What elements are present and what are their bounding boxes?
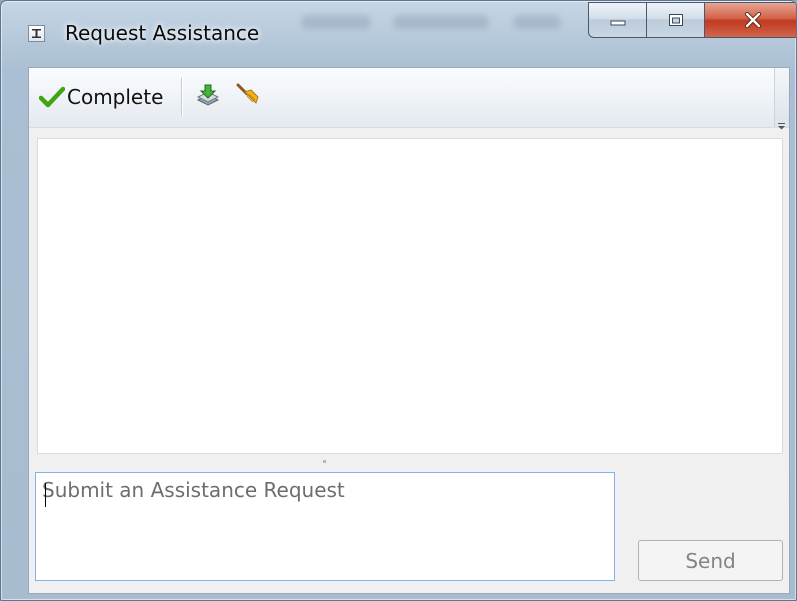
complete-label: Complete — [67, 85, 164, 109]
checkmark-icon — [39, 86, 65, 108]
toolbar: Complete — [29, 68, 789, 130]
text-caret — [45, 483, 46, 507]
overflow-arrow-icon — [778, 115, 785, 130]
assistance-request-input[interactable] — [35, 472, 615, 581]
close-icon — [744, 12, 762, 28]
toolbar-overflow-button[interactable] — [774, 68, 789, 130]
download-stack-icon — [196, 84, 220, 106]
splitter-grip[interactable] — [323, 460, 326, 463]
download-stack-button[interactable] — [192, 80, 224, 112]
caption-buttons — [588, 2, 796, 38]
broom-button[interactable] — [232, 80, 264, 112]
complete-button[interactable]: Complete — [35, 80, 167, 114]
send-button[interactable]: Send — [638, 540, 783, 581]
toolbar-separator — [181, 78, 182, 116]
window-title: Request Assistance — [65, 21, 260, 45]
conversation-area[interactable] — [37, 138, 783, 454]
app-glyph-icon — [32, 29, 41, 38]
request-assistance-window: Request Assistance Complete Submit an As… — [0, 0, 797, 601]
close-button[interactable] — [704, 2, 796, 38]
client-area: Complete Submit an Assistance Request Se… — [28, 67, 790, 594]
maximize-button[interactable] — [646, 2, 704, 38]
minimize-icon — [610, 20, 625, 26]
maximize-icon — [668, 14, 683, 26]
broom-icon — [236, 83, 259, 104]
app-icon[interactable] — [28, 25, 45, 42]
title-bar[interactable]: Request Assistance — [1, 1, 796, 67]
minimize-button[interactable] — [588, 2, 646, 38]
